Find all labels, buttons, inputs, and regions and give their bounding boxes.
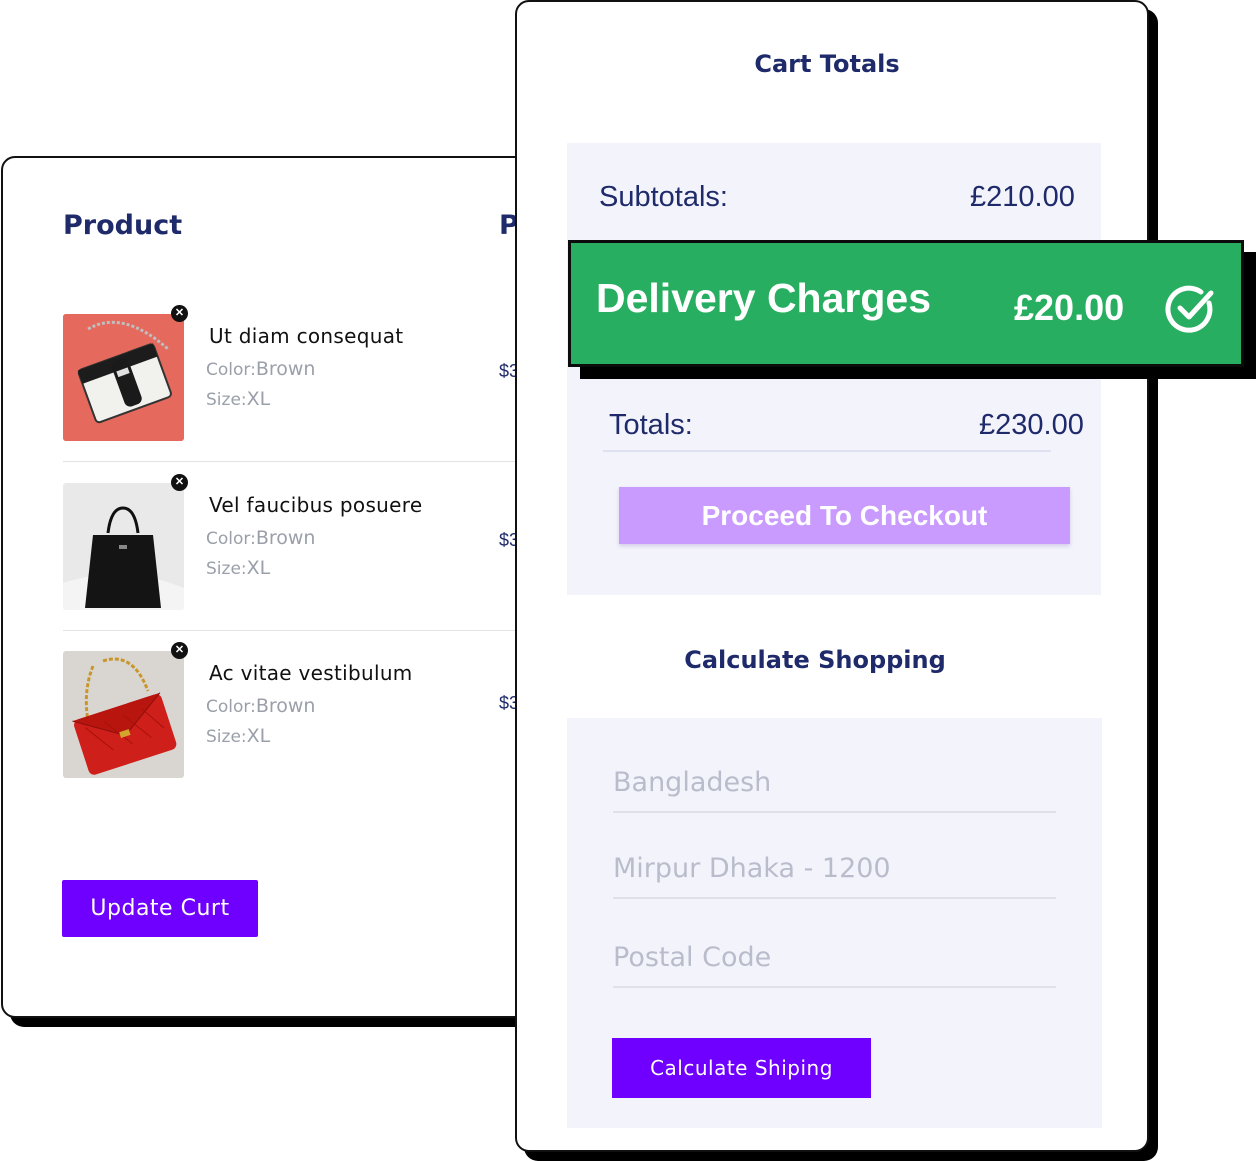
shipping-calculator-panel: Calculate Shiping: [567, 718, 1102, 1128]
item-size-value: XL: [246, 725, 271, 747]
item-color: Color:Brown: [206, 695, 315, 717]
item-size-label: Size:: [206, 390, 247, 410]
remove-item-icon[interactable]: ✕: [171, 474, 188, 491]
total-label: Totals:: [609, 409, 693, 441]
product-image-black-tote: [63, 483, 184, 610]
subtotal-label: Subtotals:: [599, 181, 728, 213]
cart-item: ✕ Vel faucibus posuere Color:Brown Size:…: [63, 474, 529, 613]
item-color-label: Color:: [206, 697, 256, 717]
item-color-label: Color:: [206, 360, 256, 380]
item-color: Color:Brown: [206, 358, 315, 380]
delivery-charges-label: Delivery Charges: [596, 275, 932, 321]
update-cart-button[interactable]: Update Curt: [62, 880, 258, 937]
cart-item: ✕ Ac vitae vestibulum Color:Brown Size:X…: [63, 642, 529, 781]
product-image-red-quilted-bag: [63, 651, 184, 778]
check-circle-icon: [1165, 285, 1214, 333]
remove-item-icon[interactable]: ✕: [171, 642, 188, 659]
product-column-heading: Product: [63, 210, 183, 241]
item-color-label: Color:: [206, 529, 256, 549]
item-color: Color:Brown: [206, 527, 315, 549]
city-field[interactable]: [613, 839, 1056, 899]
item-size: Size:XL: [206, 388, 270, 410]
item-size: Size:XL: [206, 557, 270, 579]
product-image-white-handbag: [63, 314, 184, 441]
item-divider: [63, 630, 529, 631]
item-divider: [63, 461, 529, 462]
cart-totals-title: Cart Totals: [754, 50, 900, 78]
totals-panel: Subtotals: £210.00 Totals: £230.00 Proce…: [567, 143, 1101, 595]
remove-item-icon[interactable]: ✕: [171, 305, 188, 322]
subtotal-value: £210.00: [970, 181, 1075, 213]
total-value: £230.00: [979, 409, 1084, 441]
postal-code-field[interactable]: [613, 928, 1056, 988]
total-divider: [603, 450, 1051, 452]
delivery-charges-banner: Delivery Charges £20.00: [568, 240, 1244, 367]
item-size: Size:XL: [206, 725, 270, 747]
item-color-value: Brown: [255, 527, 316, 549]
item-name: Vel faucibus posuere: [209, 493, 423, 517]
proceed-to-checkout-button[interactable]: Proceed To Checkout: [619, 487, 1070, 544]
calculate-shopping-title: Calculate Shopping: [684, 646, 946, 674]
item-name: Ac vitae vestibulum: [209, 661, 413, 685]
delivery-charges-value: £20.00: [1014, 287, 1125, 328]
item-size-label: Size:: [206, 727, 247, 747]
cart-item: ✕ Ut diam consequat Color:Brown Size:XL …: [63, 305, 529, 444]
item-size-value: XL: [246, 388, 271, 410]
item-size-label: Size:: [206, 559, 247, 579]
item-name: Ut diam consequat: [209, 324, 404, 348]
country-field[interactable]: [613, 753, 1056, 813]
cart-totals-card: Cart Totals Subtotals: £210.00 Totals: £…: [515, 0, 1149, 1152]
item-size-value: XL: [246, 557, 271, 579]
item-color-value: Brown: [255, 358, 316, 380]
cart-products-card: Product P ✕ Ut diam consequat Color:Brow…: [1, 156, 531, 1018]
calculate-shipping-button[interactable]: Calculate Shiping: [612, 1038, 871, 1098]
item-color-value: Brown: [255, 695, 316, 717]
